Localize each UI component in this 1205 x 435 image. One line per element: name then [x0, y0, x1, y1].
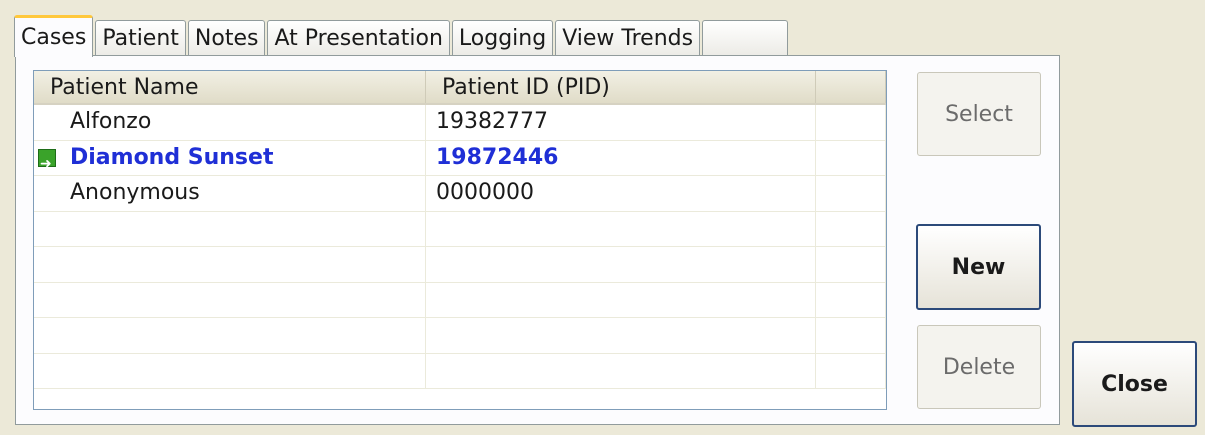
patient-name-cell	[34, 247, 426, 282]
blank-cell	[816, 140, 886, 175]
patient-id-cell	[426, 247, 816, 282]
tab-strip: Cases Patient Notes At Presentation Logg…	[14, 10, 790, 57]
tab-at-presentation[interactable]: At Presentation	[267, 20, 450, 56]
table-header: Patient Name Patient ID (PID)	[34, 71, 886, 105]
tab-notes[interactable]: Notes	[187, 20, 266, 56]
cases-table: Patient Name Patient ID (PID) Alfonzo 19…	[33, 70, 887, 410]
patient-name-cell	[34, 318, 426, 353]
column-header-patient-id[interactable]: Patient ID (PID)	[426, 71, 816, 103]
blank-cell	[816, 247, 886, 282]
table-row-empty[interactable]	[34, 211, 886, 247]
blank-cell	[816, 282, 886, 317]
tab-patient[interactable]: Patient	[95, 20, 186, 56]
blank-cell	[816, 105, 886, 140]
table-row-empty[interactable]	[34, 318, 886, 354]
patient-name-cell	[34, 353, 426, 388]
table-row[interactable]: Alfonzo 19382777	[34, 105, 886, 141]
patient-name-cell: Alfonzo	[34, 105, 426, 140]
patient-id-cell: 0000000	[426, 176, 816, 211]
table-row-selected[interactable]: Diamond Sunset 19872446	[34, 140, 886, 176]
close-button[interactable]: Close	[1072, 341, 1197, 427]
patient-id-cell	[426, 211, 816, 246]
green-arrow-icon	[38, 147, 56, 175]
patient-name-cell: Anonymous	[34, 176, 426, 211]
blank-cell	[816, 176, 886, 211]
patient-id-cell: 19872446	[426, 140, 816, 175]
tab-cases[interactable]: Cases	[14, 15, 94, 57]
blank-cell	[816, 353, 886, 388]
delete-button[interactable]: Delete	[917, 325, 1041, 409]
table-row-empty[interactable]	[34, 353, 886, 389]
tab-blank[interactable]	[702, 20, 789, 56]
blank-cell	[816, 318, 886, 353]
patient-name-text: Diamond Sunset	[70, 144, 274, 170]
select-button[interactable]: Select	[917, 72, 1041, 156]
patient-id-cell	[426, 353, 816, 388]
table-row-empty[interactable]	[34, 247, 886, 283]
patient-id-cell	[426, 282, 816, 317]
patient-name-cell	[34, 282, 426, 317]
patient-name-cell: Diamond Sunset	[34, 140, 426, 175]
patient-id-cell	[426, 318, 816, 353]
column-header-patient-name[interactable]: Patient Name	[34, 71, 426, 103]
table-row-empty[interactable]	[34, 282, 886, 318]
patient-id-cell: 19382777	[426, 105, 816, 140]
tab-logging[interactable]: Logging	[451, 20, 554, 56]
new-button[interactable]: New	[916, 224, 1041, 310]
column-header-blank[interactable]	[816, 71, 886, 103]
patient-name-cell	[34, 211, 426, 246]
tab-view-trends[interactable]: View Trends	[555, 20, 701, 56]
blank-cell	[816, 211, 886, 246]
table-row[interactable]: Anonymous 0000000	[34, 176, 886, 212]
